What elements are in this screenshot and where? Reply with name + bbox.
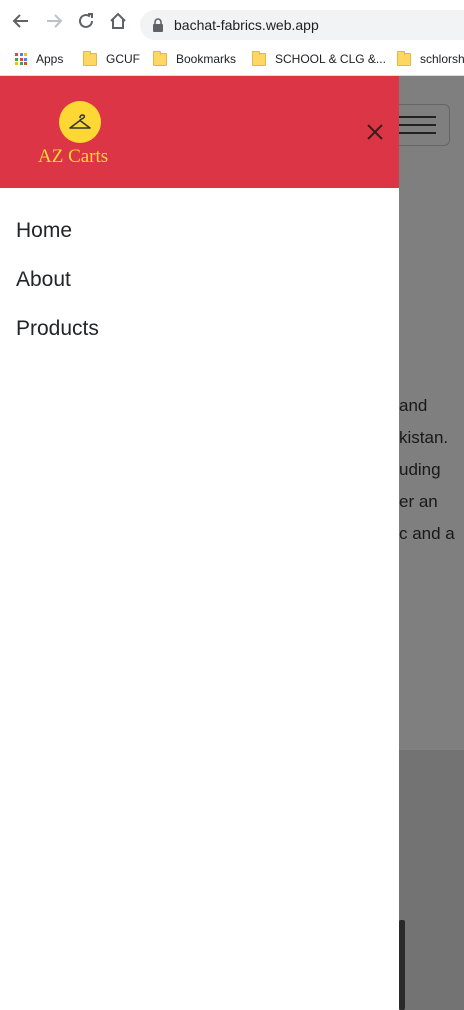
home-icon[interactable] (107, 10, 129, 32)
bookmark-apps[interactable]: Apps (15, 49, 63, 69)
nav-products[interactable]: Products (16, 304, 99, 353)
address-bar[interactable]: bachat-fabrics.web.app (140, 10, 464, 40)
lock-icon (153, 18, 163, 32)
nav-home[interactable]: Home (16, 206, 99, 255)
forward-arrow-icon[interactable] (43, 10, 65, 32)
drawer-header: AZ Carts (0, 76, 399, 188)
bookmarks-bar: Apps GCUF Bookmarks SCHOOL & CLG &... sc… (0, 44, 464, 76)
close-icon[interactable] (365, 122, 385, 142)
bookmark-gcuf[interactable]: GCUF (83, 49, 140, 69)
back-arrow-icon[interactable] (10, 10, 32, 32)
bookmark-schlorshi[interactable]: schlorshi (397, 49, 464, 69)
brand-name[interactable]: AZ Carts (38, 146, 108, 168)
folder-icon (397, 50, 411, 66)
bookmark-label: Apps (36, 52, 64, 66)
side-drawer: AZ Carts Home About Products (0, 76, 399, 1010)
folder-icon (252, 50, 266, 66)
folder-icon (83, 50, 97, 66)
apps-grid-icon (15, 53, 27, 65)
nav-about[interactable]: About (16, 255, 99, 304)
browser-toolbar: bachat-fabrics.web.app (0, 0, 464, 44)
logo[interactable] (59, 101, 101, 143)
bookmark-label: GCUF (106, 52, 140, 66)
hanger-icon (69, 114, 91, 129)
drawer-nav: Home About Products (16, 206, 99, 353)
bookmark-school[interactable]: SCHOOL & CLG &... (252, 49, 386, 69)
reload-icon[interactable] (75, 10, 97, 32)
bookmark-label: schlorshi (420, 52, 464, 66)
bookmark-label: SCHOOL & CLG &... (275, 52, 386, 66)
folder-icon (153, 50, 167, 66)
bookmark-label: Bookmarks (176, 52, 237, 66)
url-text: bachat-fabrics.web.app (174, 17, 319, 33)
bookmark-bookmarks[interactable]: Bookmarks (153, 49, 236, 69)
